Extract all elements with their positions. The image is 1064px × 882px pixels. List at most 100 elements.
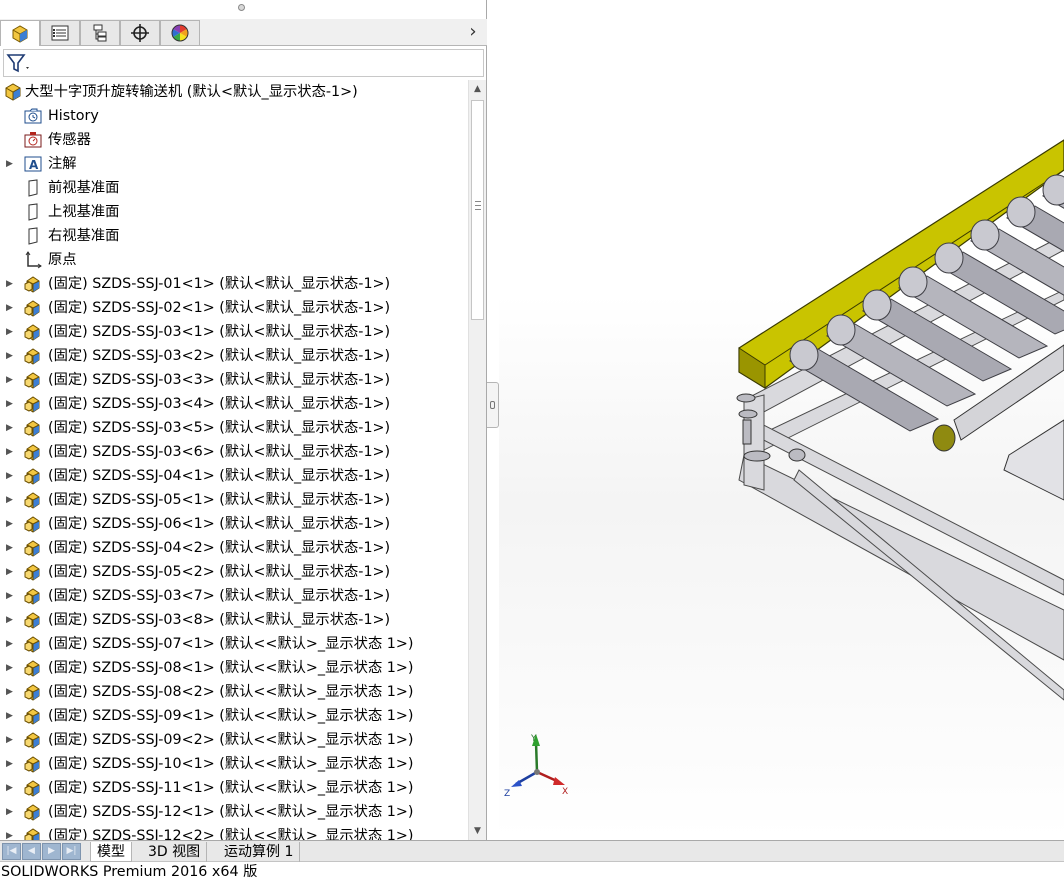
- expand-arrow-icon[interactable]: ▶: [6, 494, 14, 506]
- expand-arrow-icon[interactable]: ▶: [6, 734, 14, 746]
- tab-model[interactable]: 模型: [90, 842, 132, 862]
- tree-node-item-9[interactable]: ▶ (固定) SZDS-SSJ-03<1> (默认<默认_显示状态-1>): [0, 320, 468, 344]
- tree-node-item-24[interactable]: ▶ (固定) SZDS-SSJ-08<2> (默认<<默认>_显示状态 1>): [0, 680, 468, 704]
- filter-funnel-icon[interactable]: [6, 53, 32, 75]
- tree-node-item-0[interactable]: History: [0, 104, 468, 128]
- coordinate-triad: Y X Z: [504, 734, 568, 799]
- tree-vertical-scrollbar[interactable]: ▲ ▼: [468, 80, 486, 840]
- subassembly-icon: [24, 588, 40, 605]
- last-tab-icon[interactable]: ▶|: [62, 843, 81, 860]
- tree-filter-bar[interactable]: [3, 49, 484, 77]
- subassembly-icon: [24, 468, 40, 485]
- expand-arrow-icon[interactable]: ▶: [6, 758, 14, 770]
- scrollbar-grip-icon: [475, 201, 481, 210]
- triad-y-label: Y: [530, 734, 537, 744]
- subassembly-icon: [24, 324, 40, 341]
- scroll-up-arrow-icon[interactable]: ▲: [469, 80, 486, 98]
- tree-node-label: (固定) SZDS-SSJ-12<2> (默认<<默认>_显示状态 1>): [48, 828, 414, 840]
- tree-node-item-12[interactable]: ▶ (固定) SZDS-SSJ-03<4> (默认<默认_显示状态-1>): [0, 392, 468, 416]
- tree-node-item-14[interactable]: ▶ (固定) SZDS-SSJ-03<6> (默认<默认_显示状态-1>): [0, 440, 468, 464]
- expand-arrow-icon[interactable]: ▶: [6, 302, 14, 314]
- tree-node-item-26[interactable]: ▶ (固定) SZDS-SSJ-09<2> (默认<<默认>_显示状态 1>): [0, 728, 468, 752]
- expand-arrow-icon[interactable]: ▶: [6, 422, 14, 434]
- previous-tab-icon[interactable]: ◀: [22, 843, 41, 860]
- expand-arrow-icon[interactable]: ▶: [6, 662, 14, 674]
- tree-node-item-17[interactable]: ▶ (固定) SZDS-SSJ-06<1> (默认<默认_显示状态-1>): [0, 512, 468, 536]
- tree-node-label: (固定) SZDS-SSJ-09<2> (默认<<默认>_显示状态 1>): [48, 732, 414, 748]
- next-tab-icon[interactable]: ▶: [42, 843, 61, 860]
- expand-arrow-icon[interactable]: ▶: [6, 518, 14, 530]
- expand-arrow-icon[interactable]: ▶: [6, 326, 14, 338]
- expand-arrow-icon[interactable]: ▶: [6, 470, 14, 482]
- tree-node-item-30[interactable]: ▶ (固定) SZDS-SSJ-12<2> (默认<<默认>_显示状态 1>): [0, 824, 468, 840]
- tree-node-label: (固定) SZDS-SSJ-10<1> (默认<<默认>_显示状态 1>): [48, 756, 414, 772]
- expand-arrow-icon[interactable]: ▶: [6, 806, 14, 818]
- subassembly-icon: [24, 660, 40, 677]
- tree-node-item-3[interactable]: 前视基准面: [0, 176, 468, 200]
- tree-node-item-6[interactable]: 原点: [0, 248, 468, 272]
- tab-configuration-manager[interactable]: [80, 20, 120, 45]
- expand-arrow-icon[interactable]: ▶: [6, 590, 14, 602]
- tab-overflow-chevron-icon[interactable]: ›: [465, 22, 481, 42]
- tree-node-item-2[interactable]: ▶ A 注解: [0, 152, 468, 176]
- subassembly-icon: [24, 684, 40, 701]
- expand-arrow-icon[interactable]: ▶: [6, 350, 14, 362]
- status-text: SOLIDWORKS Premium 2016 x64 版: [1, 864, 258, 880]
- tree-node-item-20[interactable]: ▶ (固定) SZDS-SSJ-03<7> (默认<默认_显示状态-1>): [0, 584, 468, 608]
- tree-node-label: (固定) SZDS-SSJ-08<2> (默认<<默认>_显示状态 1>): [48, 684, 414, 700]
- expand-arrow-icon[interactable]: ▶: [6, 710, 14, 722]
- annotation-icon: A: [24, 156, 42, 172]
- tree-node-item-1[interactable]: 传感器: [0, 128, 468, 152]
- tree-node-item-7[interactable]: ▶ (固定) SZDS-SSJ-01<1> (默认<默认_显示状态-1>): [0, 272, 468, 296]
- tree-node-root-assembly[interactable]: 大型十字顶升旋转输送机 (默认<默认_显示状态-1>): [0, 80, 468, 104]
- feature-manager-pane: › 大型十字顶升旋转输送机 (默认<默认_显示状态-1>) History 传感器 ▶…: [0, 0, 487, 840]
- expand-arrow-icon[interactable]: ▶: [6, 398, 14, 410]
- tree-node-item-27[interactable]: ▶ (固定) SZDS-SSJ-10<1> (默认<<默认>_显示状态 1>): [0, 752, 468, 776]
- tree-node-item-21[interactable]: ▶ (固定) SZDS-SSJ-03<8> (默认<默认_显示状态-1>): [0, 608, 468, 632]
- tree-node-item-11[interactable]: ▶ (固定) SZDS-SSJ-03<3> (默认<默认_显示状态-1>): [0, 368, 468, 392]
- tree-node-item-15[interactable]: ▶ (固定) SZDS-SSJ-04<1> (默认<默认_显示状态-1>): [0, 464, 468, 488]
- tree-node-item-28[interactable]: ▶ (固定) SZDS-SSJ-11<1> (默认<<默认>_显示状态 1>): [0, 776, 468, 800]
- tree-node-item-4[interactable]: 上视基准面: [0, 200, 468, 224]
- conveyor-3d-model[interactable]: [499, 0, 1064, 840]
- manager-tabbar: ›: [0, 19, 487, 46]
- expand-arrow-icon[interactable]: ▶: [6, 686, 14, 698]
- expand-arrow-icon[interactable]: ▶: [6, 782, 14, 794]
- tree-node-item-23[interactable]: ▶ (固定) SZDS-SSJ-08<1> (默认<<默认>_显示状态 1>): [0, 656, 468, 680]
- expand-arrow-icon[interactable]: ▶: [6, 566, 14, 578]
- tree-node-item-22[interactable]: ▶ (固定) SZDS-SSJ-07<1> (默认<<默认>_显示状态 1>): [0, 632, 468, 656]
- expand-arrow-icon[interactable]: ▶: [6, 446, 14, 458]
- expand-arrow-icon[interactable]: ▶: [6, 830, 14, 840]
- first-tab-icon[interactable]: |◀: [2, 843, 21, 860]
- tree-node-item-29[interactable]: ▶ (固定) SZDS-SSJ-12<1> (默认<<默认>_显示状态 1>): [0, 800, 468, 824]
- expand-arrow-icon[interactable]: ▶: [6, 374, 14, 386]
- tree-node-item-19[interactable]: ▶ (固定) SZDS-SSJ-05<2> (默认<默认_显示状态-1>): [0, 560, 468, 584]
- tab-feature-manager[interactable]: [0, 20, 40, 46]
- expand-arrow-icon[interactable]: ▶: [6, 638, 14, 650]
- expand-arrow-icon[interactable]: ▶: [6, 278, 14, 290]
- tree-node-label: (固定) SZDS-SSJ-05<2> (默认<默认_显示状态-1>): [48, 564, 391, 580]
- tab-property-manager[interactable]: [40, 20, 80, 45]
- expand-arrow-icon[interactable]: ▶: [6, 158, 14, 170]
- tree-node-item-8[interactable]: ▶ (固定) SZDS-SSJ-02<1> (默认<默认_显示状态-1>): [0, 296, 468, 320]
- tree-node-item-13[interactable]: ▶ (固定) SZDS-SSJ-03<5> (默认<默认_显示状态-1>): [0, 416, 468, 440]
- tree-node-item-5[interactable]: 右视基准面: [0, 224, 468, 248]
- scrollbar-thumb[interactable]: [471, 100, 484, 320]
- tree-node-item-16[interactable]: ▶ (固定) SZDS-SSJ-05<1> (默认<默认_显示状态-1>): [0, 488, 468, 512]
- pane-collapse-handle[interactable]: [487, 382, 499, 428]
- tab-3d-view[interactable]: 3D 视图: [142, 842, 208, 862]
- tree-node-item-10[interactable]: ▶ (固定) SZDS-SSJ-03<2> (默认<默认_显示状态-1>): [0, 344, 468, 368]
- tab-dimxpert-manager[interactable]: [120, 20, 160, 45]
- tree-node-label: (固定) SZDS-SSJ-03<7> (默认<默认_显示状态-1>): [48, 588, 391, 604]
- tree-node-item-25[interactable]: ▶ (固定) SZDS-SSJ-09<1> (默认<<默认>_显示状态 1>): [0, 704, 468, 728]
- tree-node-item-18[interactable]: ▶ (固定) SZDS-SSJ-04<2> (默认<默认_显示状态-1>): [0, 536, 468, 560]
- tree-node-label: (固定) SZDS-SSJ-11<1> (默认<<默认>_显示状态 1>): [48, 780, 414, 796]
- graphics-area[interactable]: Y X Z: [499, 0, 1064, 840]
- expand-arrow-icon[interactable]: ▶: [6, 542, 14, 554]
- expand-arrow-icon[interactable]: ▶: [6, 614, 14, 626]
- scroll-down-arrow-icon[interactable]: ▼: [469, 822, 486, 840]
- tab-display-manager[interactable]: [160, 20, 200, 45]
- pane-splitter-grip[interactable]: [238, 4, 245, 11]
- tab-motion-study[interactable]: 运动算例 1: [218, 842, 301, 862]
- roller-end-cap: [934, 242, 964, 274]
